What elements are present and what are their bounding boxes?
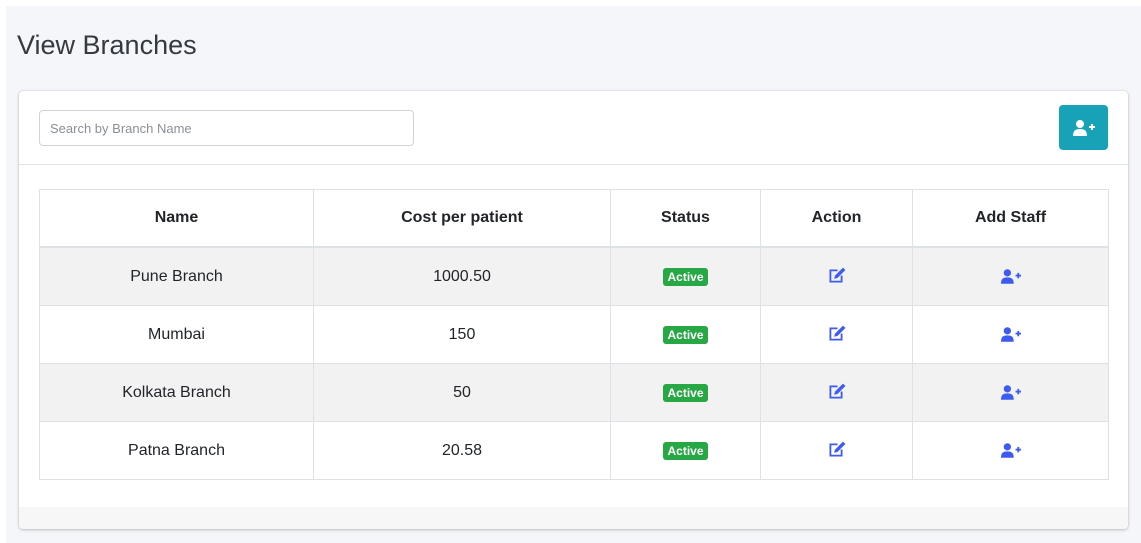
add-staff-button[interactable] [998,322,1024,346]
edit-branch-button[interactable] [824,438,850,462]
content-wrapper: View Branches Search by Branch Name Name… [6,6,1141,543]
status-cell: Active [610,246,761,306]
branches-table-wrap: Name Cost per patient Status Action Add … [39,189,1109,480]
table-row: Pune Branch 1000.50 Active [39,246,1109,306]
status-badge: Active [663,325,708,344]
branch-cost: 150 [313,305,611,364]
action-cell [760,246,913,306]
edit-icon [829,441,845,457]
edit-branch-button[interactable] [824,380,850,404]
action-cell [760,305,913,364]
card-footer [19,507,1128,529]
add-staff-cell [912,305,1109,364]
branch-name: Mumbai [39,305,314,364]
table-row: Mumbai 150 Active [39,305,1109,364]
status-badge: Active [663,441,708,460]
branch-name: Kolkata Branch [39,363,314,422]
column-header-cost: Cost per patient [313,189,611,248]
add-staff-cell [912,363,1109,422]
status-cell: Active [610,421,761,480]
edit-icon [829,383,845,399]
status-badge: Active [663,267,708,286]
add-branch-button[interactable] [1059,105,1108,150]
branch-name: Pune Branch [39,246,314,306]
page-title: View Branches [17,30,197,60]
status-cell: Active [610,363,761,422]
user-plus-icon [1000,268,1021,284]
table-row: Patna Branch 20.58 Active [39,421,1109,480]
edit-branch-button[interactable] [824,322,850,346]
user-plus-icon [1000,384,1021,400]
column-header-action: Action [760,189,913,248]
action-cell [760,363,913,422]
branches-table: Name Cost per patient Status Action Add … [39,189,1109,480]
table-row: Kolkata Branch 50 Active [39,363,1109,422]
add-staff-cell [912,246,1109,306]
branch-cost: 50 [313,363,611,422]
branches-card: Name Cost per patient Status Action Add … [19,91,1128,529]
column-header-name: Name [39,189,314,248]
status-badge: Active [663,383,708,402]
edit-icon [829,267,845,283]
search-input[interactable] [39,110,414,146]
user-plus-icon [1000,326,1021,342]
card-header [19,91,1128,165]
branch-cost: 20.58 [313,421,611,480]
edit-icon [829,325,845,341]
add-staff-cell [912,421,1109,480]
add-staff-button[interactable] [998,438,1024,462]
branch-name: Patna Branch [39,421,314,480]
user-plus-icon [1000,442,1021,458]
action-cell [760,421,913,480]
status-cell: Active [610,305,761,364]
column-header-add-staff: Add Staff [912,189,1109,248]
branch-cost: 1000.50 [313,246,611,306]
add-staff-button[interactable] [998,380,1024,404]
column-header-status: Status [610,189,761,248]
user-plus-icon [1072,119,1095,136]
add-staff-button[interactable] [998,264,1024,288]
edit-branch-button[interactable] [824,264,850,288]
table-header-row: Name Cost per patient Status Action Add … [39,189,1109,248]
